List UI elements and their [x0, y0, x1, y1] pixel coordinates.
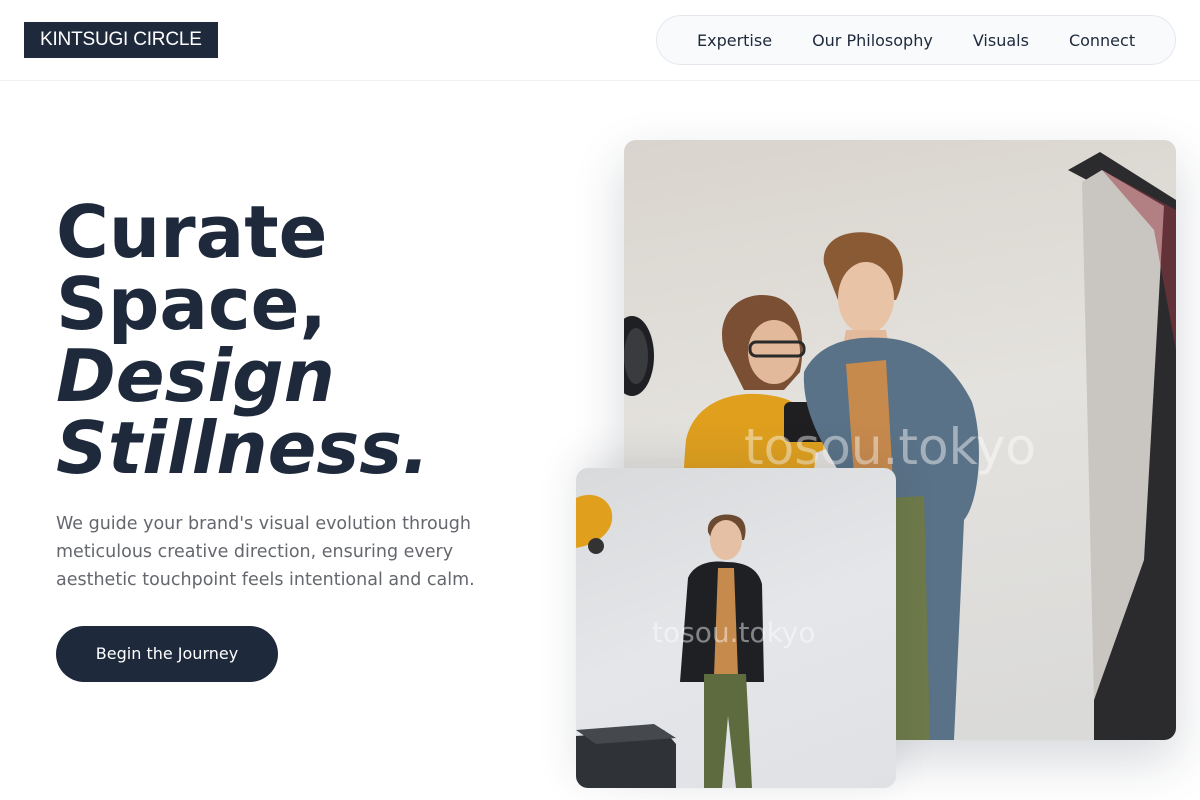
headline-line-3: Design — [56, 334, 335, 418]
nav-item-philosophy[interactable]: Our Philosophy — [812, 31, 933, 50]
nav-item-connect[interactable]: Connect — [1069, 31, 1135, 50]
headline-line-1: Curate — [56, 190, 328, 274]
nav-item-expertise[interactable]: Expertise — [697, 31, 772, 50]
site-header: KINTSUGI CIRCLE Expertise Our Philosophy… — [0, 0, 1200, 81]
hero-subtitle: We guide your brand's visual evolution t… — [56, 514, 475, 590]
logo[interactable]: KINTSUGI CIRCLE — [24, 22, 218, 58]
model-photo: tosou.tokyo — [576, 468, 896, 788]
hero-headline: Curate Space, Design Stillness. — [56, 196, 429, 484]
main-nav: Expertise Our Philosophy Visuals Connect — [656, 15, 1176, 65]
begin-journey-button[interactable]: Begin the Journey — [56, 626, 278, 682]
headline-line-4: Stillness. — [56, 406, 430, 490]
watermark: tosou.tokyo — [652, 616, 816, 649]
nav-item-visuals[interactable]: Visuals — [973, 31, 1029, 50]
headline-line-2: Space, — [56, 262, 327, 346]
